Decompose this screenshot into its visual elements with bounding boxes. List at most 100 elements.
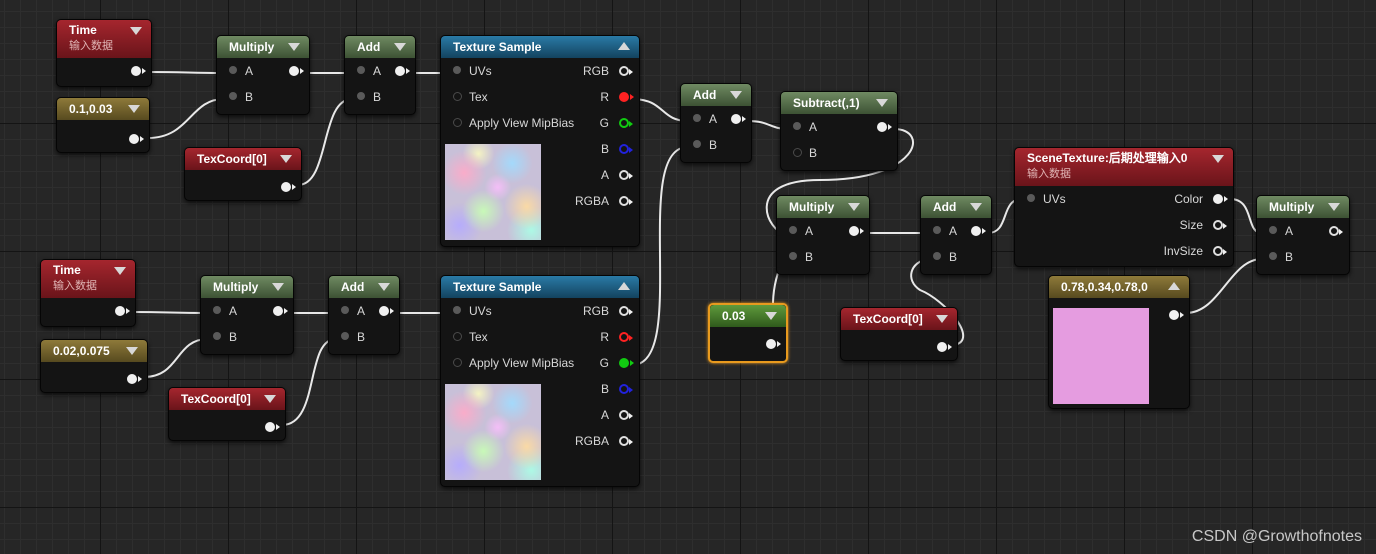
input-pin[interactable]	[453, 92, 462, 101]
output-pin-g[interactable]	[619, 358, 634, 368]
output-pin[interactable]	[849, 226, 864, 236]
output-pin[interactable]	[127, 374, 142, 384]
output-pin-rgb[interactable]	[619, 66, 633, 76]
input-pin[interactable]	[789, 252, 797, 260]
output-pin-g[interactable]	[619, 118, 633, 128]
output-pin[interactable]	[731, 114, 746, 124]
output-pin-r[interactable]	[619, 92, 634, 102]
input-pin[interactable]	[229, 92, 237, 100]
input-pin[interactable]	[1269, 252, 1277, 260]
node-constant-1[interactable]: 0.1,0.03	[56, 97, 150, 153]
collapse-arrow-icon[interactable]	[936, 315, 948, 323]
node-header[interactable]: Add	[921, 196, 991, 218]
node-time-1[interactable]: Time 输入数据	[56, 19, 152, 87]
output-pin-invsize[interactable]	[1213, 246, 1227, 256]
output-pin[interactable]	[131, 66, 146, 76]
node-header[interactable]: Time 输入数据	[57, 20, 151, 58]
output-pin[interactable]	[379, 306, 394, 316]
node-header[interactable]: Multiply	[1257, 196, 1349, 218]
output-pin[interactable]	[1329, 226, 1343, 236]
input-pin[interactable]	[1027, 194, 1035, 202]
output-pin-a[interactable]	[619, 170, 633, 180]
node-header[interactable]: Time 输入数据	[41, 260, 135, 298]
node-subtract[interactable]: Subtract(,1) A B	[780, 91, 898, 171]
collapse-arrow-icon[interactable]	[280, 155, 292, 163]
output-pin[interactable]	[115, 306, 130, 316]
node-texture-sample-2[interactable]: Texture Sample UVs RGB Tex R Apply View Mi…	[440, 275, 640, 487]
output-pin-size[interactable]	[1213, 220, 1227, 230]
collapse-arrow-icon[interactable]	[130, 27, 142, 35]
input-pin[interactable]	[793, 148, 802, 157]
input-pin[interactable]	[693, 114, 701, 122]
output-pin[interactable]	[395, 66, 410, 76]
collapse-arrow-icon[interactable]	[848, 203, 860, 211]
node-header[interactable]: Subtract(,1)	[781, 92, 897, 114]
output-pin[interactable]	[129, 134, 144, 144]
output-pin[interactable]	[289, 66, 304, 76]
input-pin[interactable]	[1269, 226, 1277, 234]
output-pin-a[interactable]	[619, 410, 633, 420]
output-pin-rgba[interactable]	[619, 436, 633, 446]
output-pin[interactable]	[937, 342, 952, 352]
collapse-arrow-icon[interactable]	[272, 283, 284, 291]
node-multiply-3[interactable]: Multiply A B	[776, 195, 870, 275]
node-constant-3-selected[interactable]: 0.03	[708, 303, 788, 363]
input-pin[interactable]	[341, 306, 349, 314]
node-texcoord-2[interactable]: TexCoord[0]	[168, 387, 286, 441]
collapse-arrow-icon[interactable]	[126, 347, 138, 355]
node-constant-color[interactable]: 0.78,0.34,0.78,0	[1048, 275, 1190, 409]
input-pin[interactable]	[453, 306, 461, 314]
output-pin[interactable]	[265, 422, 280, 432]
collapse-arrow-icon[interactable]	[1168, 282, 1180, 290]
node-header[interactable]: Add	[329, 276, 399, 298]
collapse-arrow-icon[interactable]	[730, 91, 742, 99]
collapse-arrow-icon[interactable]	[394, 43, 406, 51]
input-pin[interactable]	[693, 140, 701, 148]
node-texture-sample-1[interactable]: Texture Sample UVs RGB Tex R Apply View Mi…	[440, 35, 640, 247]
input-pin[interactable]	[933, 226, 941, 234]
node-header[interactable]: TexCoord[0]	[841, 308, 957, 330]
input-pin[interactable]	[453, 66, 461, 74]
input-pin[interactable]	[341, 332, 349, 340]
input-pin[interactable]	[357, 66, 365, 74]
input-pin[interactable]	[453, 332, 462, 341]
node-add-2[interactable]: Add A B	[328, 275, 400, 355]
input-pin[interactable]	[229, 66, 237, 74]
output-pin-r[interactable]	[619, 332, 633, 342]
node-header[interactable]: 0.78,0.34,0.78,0	[1049, 276, 1189, 298]
input-pin[interactable]	[453, 358, 462, 367]
input-pin[interactable]	[789, 226, 797, 234]
node-header[interactable]: 0.1,0.03	[57, 98, 149, 120]
collapse-arrow-icon[interactable]	[876, 99, 888, 107]
node-constant-2[interactable]: 0.02,0.075	[40, 339, 148, 393]
node-header[interactable]: TexCoord[0]	[185, 148, 301, 170]
output-pin-rgb[interactable]	[619, 306, 633, 316]
collapse-arrow-icon[interactable]	[618, 42, 630, 50]
node-header[interactable]: Add	[345, 36, 415, 58]
node-header[interactable]: Texture Sample	[441, 36, 639, 58]
output-pin[interactable]	[877, 122, 892, 132]
output-pin-b[interactable]	[619, 384, 633, 394]
collapse-arrow-icon[interactable]	[618, 282, 630, 290]
collapse-arrow-icon[interactable]	[114, 267, 126, 275]
output-pin-b[interactable]	[619, 144, 633, 154]
output-pin[interactable]	[766, 339, 781, 349]
node-header[interactable]: 0.03	[710, 305, 786, 327]
collapse-arrow-icon[interactable]	[264, 395, 276, 403]
node-header[interactable]: Texture Sample	[441, 276, 639, 298]
node-texcoord-1[interactable]: TexCoord[0]	[184, 147, 302, 201]
node-header[interactable]: SceneTexture:后期处理输入0 输入数据	[1015, 148, 1233, 186]
input-pin[interactable]	[453, 118, 462, 127]
output-pin-color[interactable]	[1213, 194, 1228, 204]
collapse-arrow-icon[interactable]	[378, 283, 390, 291]
node-texcoord-3[interactable]: TexCoord[0]	[840, 307, 958, 361]
node-header[interactable]: Multiply	[201, 276, 293, 298]
node-header[interactable]: Multiply	[777, 196, 869, 218]
output-pin-rgba[interactable]	[619, 196, 633, 206]
input-pin[interactable]	[793, 122, 801, 130]
node-header[interactable]: Add	[681, 84, 751, 106]
node-add-1[interactable]: Add A B	[344, 35, 416, 115]
collapse-arrow-icon[interactable]	[1212, 155, 1224, 163]
node-header[interactable]: Multiply	[217, 36, 309, 58]
node-multiply-4[interactable]: Multiply A B	[1256, 195, 1350, 275]
